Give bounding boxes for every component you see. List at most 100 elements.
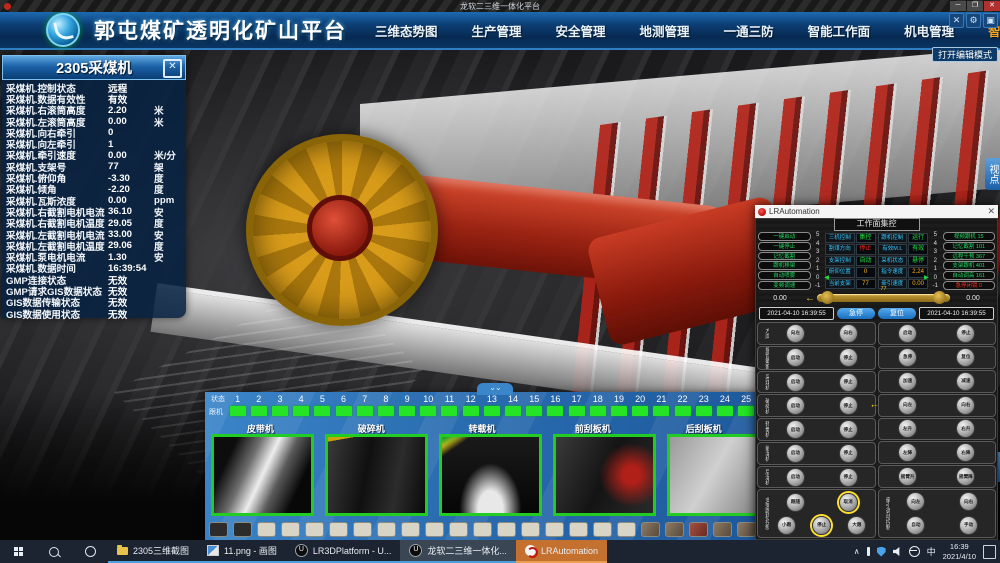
control-button[interactable]: 手动 [959,516,978,535]
control-button[interactable]: 加速 [898,372,917,391]
edit-mode-button[interactable]: 打开编辑模式 [932,47,998,62]
taskbar-app[interactable]: 2305三维截图 [108,540,198,563]
gear-icon[interactable]: ⚙ [966,13,981,28]
task-view-button[interactable] [72,540,108,563]
control-button[interactable]: 小跟 [777,516,796,535]
viewpoint-tab[interactable]: 视点 [985,158,1000,190]
filmstrip-frame[interactable] [593,522,612,537]
control-button[interactable]: 停止 [839,468,858,487]
control-button[interactable]: 向左 [906,492,925,511]
filmstrip-frame[interactable] [305,522,324,537]
control-button[interactable]: 右升 [956,419,975,438]
lr-command-button[interactable]: 自动调高 161 [943,271,996,280]
control-button[interactable]: 向右 [956,396,975,415]
filmstrip-frame[interactable] [209,522,228,537]
filmstrip-frame[interactable] [521,522,540,537]
filmstrip-frame[interactable] [497,522,516,537]
control-button[interactable]: 启动 [786,444,805,463]
control-button[interactable]: 向左 [786,324,805,343]
control-button[interactable]: 左降 [898,443,917,462]
network-icon[interactable] [909,546,920,557]
filmstrip-frame[interactable] [713,522,732,537]
camera-thumbnail[interactable] [325,434,428,516]
lr-close-icon[interactable]: ✕ [987,206,995,217]
lr-titlebar[interactable]: LRAutomation ✕ [755,205,998,218]
search-button[interactable] [36,540,72,563]
filmstrip-frame[interactable] [329,522,348,537]
close-button[interactable]: ✕ [984,1,1000,11]
control-button[interactable]: 取消 [839,493,858,512]
control-button[interactable]: 启动 [786,468,805,487]
ime-indicator[interactable]: 中 [927,545,936,558]
control-button[interactable]: 停止 [812,516,831,535]
nav-item-4[interactable]: 一通三防 [724,21,774,40]
filmstrip-frame[interactable] [281,522,300,537]
control-button[interactable]: 左升 [898,419,917,438]
filmstrip-frame[interactable] [401,522,420,537]
filmstrip-frame[interactable] [449,522,468,537]
filmstrip-frame[interactable] [353,522,372,537]
taskbar-app[interactable]: LRAutomation [516,540,607,563]
nav-item-6[interactable]: 机电管理 [904,21,954,40]
chevron-up-icon[interactable]: ∧ [854,547,860,556]
control-button[interactable]: 启动 [786,373,805,392]
nav-item-5[interactable]: 智能工作面 [808,21,871,40]
control-button[interactable]: 向左 [898,396,917,415]
control-button[interactable]: 摇臂降 [956,467,975,486]
start-button[interactable] [0,540,36,563]
nav-item-3[interactable]: 地测管理 [640,21,690,40]
lr-command-button[interactable]: 急停闭锁 0 [943,281,996,290]
control-button[interactable]: 停止 [839,420,858,439]
filmstrip-frame[interactable] [473,522,492,537]
lr-command-button[interactable]: 自动喷雾 [758,271,811,280]
filmstrip-frame[interactable] [233,522,252,537]
clock[interactable]: 16:39 2021/4/10 [943,542,976,562]
fullscreen-icon[interactable]: ▣ [983,13,998,28]
lr-command-button[interactable]: 支架跟机 401 [943,261,996,270]
filmstrip-frame[interactable] [425,522,444,537]
close-icon[interactable]: ✕ [163,59,182,78]
taskbar-app[interactable]: U 龙软二三维一体化... [400,540,516,563]
speaker-icon[interactable] [893,547,902,556]
control-button[interactable]: 停止 [839,373,858,392]
control-button[interactable]: 减速 [956,372,975,391]
camera-thumbnail[interactable] [439,434,542,516]
lr-command-button[interactable]: 记忆截割 [758,252,811,261]
control-button[interactable]: 向右 [959,492,978,511]
control-button[interactable]: 停止 [956,324,975,343]
filmstrip-frame[interactable] [665,522,684,537]
control-button[interactable]: 启动 [898,324,917,343]
taskbar-app[interactable]: U LR3DPlatform - U... [286,540,401,563]
lr-command-button[interactable]: 跟机移架 [758,261,811,270]
lr-command-button[interactable]: 一键停止 [758,242,811,251]
control-button[interactable]: 停止 [839,444,858,463]
control-button[interactable]: 向右 [839,324,858,343]
nav-item-2[interactable]: 安全管理 [556,21,606,40]
filmstrip-frame[interactable] [545,522,564,537]
control-button[interactable]: 停止 [839,396,858,415]
control-button[interactable]: 复位 [956,348,975,367]
filmstrip-frame[interactable] [257,522,276,537]
lr-command-button[interactable]: 一键启动 [758,232,811,241]
filmstrip-frame[interactable] [617,522,636,537]
shield-icon[interactable] [877,547,886,557]
control-button[interactable]: 启动 [786,396,805,415]
control-button[interactable]: 启动 [786,348,805,367]
lr-command-button[interactable]: 变频调速 [758,281,811,290]
camera-thumbnail[interactable] [553,434,656,516]
minimize-button[interactable]: － [950,1,966,11]
filmstrip-frame[interactable] [569,522,588,537]
filmstrip-frame[interactable] [689,522,708,537]
control-button[interactable]: 大跟 [847,516,866,535]
nav-item-1[interactable]: 生产管理 [472,21,522,40]
control-button[interactable]: 启动 [786,420,805,439]
control-button[interactable]: 急停 [898,348,917,367]
lr-command-button[interactable]: 视频跟机 15 [943,232,996,241]
tools-icon[interactable]: ✕ [949,13,964,28]
reset-button[interactable]: 复位 [878,308,916,319]
lr-command-button[interactable]: 远程干预 367 [943,252,996,261]
filmstrip-frame[interactable] [377,522,396,537]
notification-icon[interactable] [983,545,996,559]
camera-thumbnail[interactable] [211,434,314,516]
nav-item-0[interactable]: 三维态势图 [375,21,438,40]
